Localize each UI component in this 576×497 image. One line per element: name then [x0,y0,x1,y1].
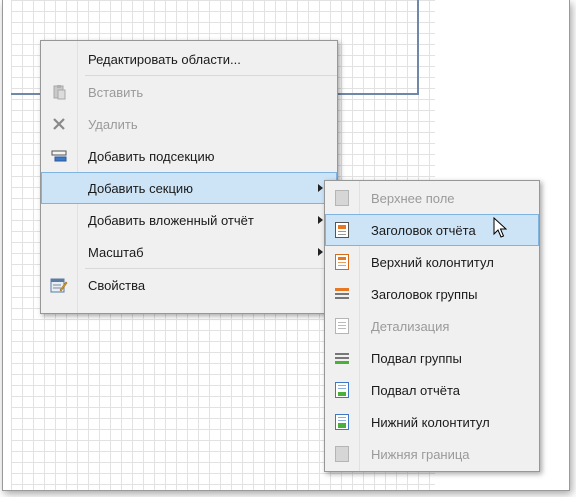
paste-icon [50,83,68,101]
top-margin-icon [333,189,351,207]
submenu-item-label: Верхнее поле [371,190,455,206]
add-band-submenu: Верхнее поле Заголовок отчёта Верхний ко… [324,180,540,472]
bottom-margin-icon [333,445,351,463]
submenu-item-detail[interactable]: Детализация [325,310,539,342]
menu-item-label: Масштаб [88,244,144,260]
menu-item-label: Удалить [88,116,138,132]
menu-item-paste[interactable]: Вставить [41,76,337,108]
submenu-item-label: Заголовок отчёта [371,222,476,238]
delete-icon [50,115,68,133]
submenu-item-report-footer[interactable]: Подвал отчёта [325,374,539,406]
menu-item-properties[interactable]: Свойства [41,269,337,301]
submenu-item-label: Подвал группы [371,350,462,366]
menu-item-add-band[interactable]: Добавить секцию [41,172,337,204]
submenu-arrow-icon [318,216,323,224]
menu-item-add-subreport[interactable]: Добавить вложенный отчёт [41,204,337,236]
context-menu: Редактировать области... Вставить Удалит… [40,40,338,314]
group-footer-icon [333,349,351,367]
submenu-arrow-icon [318,248,323,256]
submenu-item-label: Нижняя граница [371,446,470,462]
page-header-icon [333,253,351,271]
submenu-item-label: Заголовок группы [371,286,478,302]
submenu-arrow-icon [318,184,323,192]
submenu-item-page-footer[interactable]: Нижний колонтитул [325,406,539,438]
submenu-item-label: Нижний колонтитул [371,414,490,430]
submenu-item-label: Детализация [371,318,450,334]
submenu-item-top-margin[interactable]: Верхнее поле [325,182,539,214]
menu-item-label: Добавить секцию [88,180,193,196]
menu-item-label: Вставить [88,84,144,100]
submenu-item-group-header[interactable]: Заголовок группы [325,278,539,310]
menu-item-edit-areas[interactable]: Редактировать области... [41,43,337,75]
submenu-item-label: Подвал отчёта [371,382,461,398]
submenu-item-group-footer[interactable]: Подвал группы [325,342,539,374]
add-subband-icon [50,147,68,165]
report-footer-icon [333,381,351,399]
menu-item-label: Редактировать области... [88,51,241,67]
menu-item-zoom[interactable]: Масштаб [41,236,337,268]
menu-item-delete[interactable]: Удалить [41,108,337,140]
menu-item-label: Свойства [88,277,146,293]
submenu-item-bottom-margin[interactable]: Нижняя граница [325,438,539,470]
page-footer-icon [333,413,351,431]
detail-icon [333,317,351,335]
submenu-item-page-header[interactable]: Верхний колонтитул [325,246,539,278]
report-header-icon [333,221,351,239]
submenu-item-label: Верхний колонтитул [371,254,494,270]
group-header-icon [333,285,351,303]
mouse-cursor-icon [493,217,507,238]
menu-item-label: Добавить подсекцию [88,148,215,164]
menu-item-label: Добавить вложенный отчёт [88,212,254,228]
menu-item-add-subband[interactable]: Добавить подсекцию [41,140,337,172]
properties-icon [50,276,68,294]
